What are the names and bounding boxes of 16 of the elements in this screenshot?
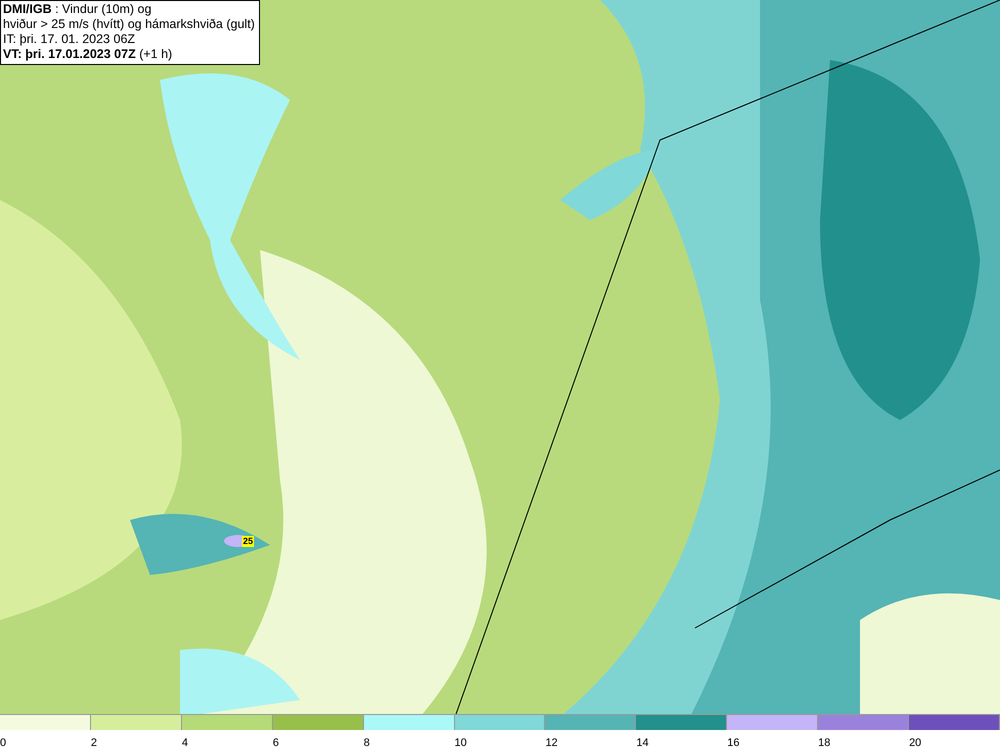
legend-value-label: 12	[545, 736, 558, 747]
legend-value-label: 14	[636, 736, 649, 747]
caption-line: DMI/IGB : Vindur (10m) og	[3, 2, 152, 17]
gust-value-label: 25	[242, 536, 254, 547]
legend-value-label: 2	[90, 736, 98, 747]
legend-value-label: 4	[182, 736, 188, 747]
caption-line: hviður > 25 m/s (hvítt) og hámarkshviða (gult)	[3, 17, 255, 32]
caption-line: IT: þri. 17. 01. 2023 06Z	[3, 32, 136, 47]
legend-value-label: 20	[909, 736, 922, 747]
legend-value-label: 10	[454, 736, 467, 747]
legend-value-label: 0	[0, 736, 6, 747]
legend-value-label: 8	[364, 736, 370, 747]
legend-value-label: 18	[818, 736, 830, 747]
legend-value-label: 16	[727, 736, 740, 747]
caption-line: VT: þri. 17.01.2023 07Z (+1 h)	[3, 47, 174, 62]
legend-value-label: 6	[272, 736, 279, 747]
